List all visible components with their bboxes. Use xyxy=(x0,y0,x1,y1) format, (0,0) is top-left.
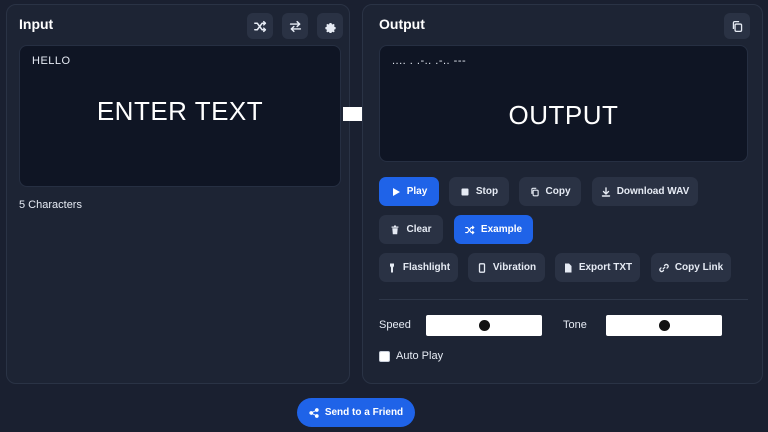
autoplay-checkbox[interactable] xyxy=(379,351,390,362)
phone-icon xyxy=(478,262,486,273)
flashlight-button[interactable]: Flashlight xyxy=(379,253,458,282)
export-txt-button[interactable]: Export TXT xyxy=(555,253,640,282)
shuffle-icon xyxy=(253,20,266,32)
tone-label: Tone xyxy=(563,319,587,331)
clear-label: Clear xyxy=(406,224,432,235)
send-to-friend-button[interactable]: Send to a Friend xyxy=(297,398,415,427)
speed-label: Speed xyxy=(379,319,411,331)
character-count: 5 Characters xyxy=(19,199,82,211)
example-label: Example xyxy=(480,224,523,235)
vibration-button[interactable]: Vibration xyxy=(468,253,545,282)
input-textarea[interactable]: HELLO ENTER TEXT xyxy=(19,45,341,187)
morse-output-text: .... . .-.. .-.. --- xyxy=(392,55,467,67)
share-icon xyxy=(309,407,319,418)
flashlight-icon xyxy=(389,263,394,272)
settings-button[interactable] xyxy=(317,13,343,39)
tone-slider-thumb[interactable] xyxy=(658,320,670,331)
output-overlay-label: OUTPUT xyxy=(508,100,619,130)
output-title: Output xyxy=(379,16,425,32)
flashlight-label: Flashlight xyxy=(402,262,451,273)
download-wav-label: Download WAV xyxy=(616,186,690,197)
download-wav-button[interactable]: Download WAV xyxy=(592,177,698,206)
vibration-label: Vibration xyxy=(492,262,537,273)
copy-link-label: Copy Link xyxy=(674,262,724,273)
stop-icon xyxy=(461,188,469,195)
shuffle-button[interactable] xyxy=(247,13,273,39)
tone-slider[interactable] xyxy=(606,315,722,336)
swap-button[interactable] xyxy=(282,13,308,39)
input-title: Input xyxy=(19,16,54,32)
output-panel: Output .... . .-.. .-.. --- OUTPUT Play … xyxy=(362,4,763,384)
file-icon xyxy=(564,263,572,272)
send-to-friend-label: Send to a Friend xyxy=(324,407,404,418)
copy-icon xyxy=(530,187,539,196)
output-textarea[interactable]: .... . .-.. .-.. --- OUTPUT xyxy=(379,45,748,162)
autoplay-label: Auto Play xyxy=(396,350,444,362)
example-button[interactable]: Example xyxy=(454,215,533,244)
copy-label: Copy xyxy=(545,186,571,197)
stop-label: Stop xyxy=(475,186,499,197)
shuffle-icon xyxy=(464,225,475,234)
play-icon xyxy=(392,187,400,196)
divider xyxy=(379,299,748,300)
trash-icon xyxy=(391,225,399,234)
clear-button[interactable]: Clear xyxy=(379,215,443,244)
input-overlay-label: ENTER TEXT xyxy=(96,96,264,126)
download-icon xyxy=(601,186,610,197)
input-text: HELLO xyxy=(32,55,71,67)
input-panel: Input HELLO ENTER TEXT 5 Characters xyxy=(6,4,350,384)
play-label: Play xyxy=(406,186,428,197)
copy-output-button[interactable] xyxy=(724,13,750,39)
copy-link-button[interactable]: Copy Link xyxy=(651,253,731,282)
stop-button[interactable]: Stop xyxy=(449,177,509,206)
speed-slider[interactable] xyxy=(426,315,542,336)
speed-slider-thumb[interactable] xyxy=(478,320,490,331)
swap-icon xyxy=(289,20,301,32)
copy-button[interactable]: Copy xyxy=(519,177,581,206)
export-txt-label: Export TXT xyxy=(578,262,633,273)
play-button[interactable]: Play xyxy=(379,177,439,206)
link-icon xyxy=(659,263,669,272)
gear-icon xyxy=(324,22,336,33)
copy-icon xyxy=(732,20,742,32)
